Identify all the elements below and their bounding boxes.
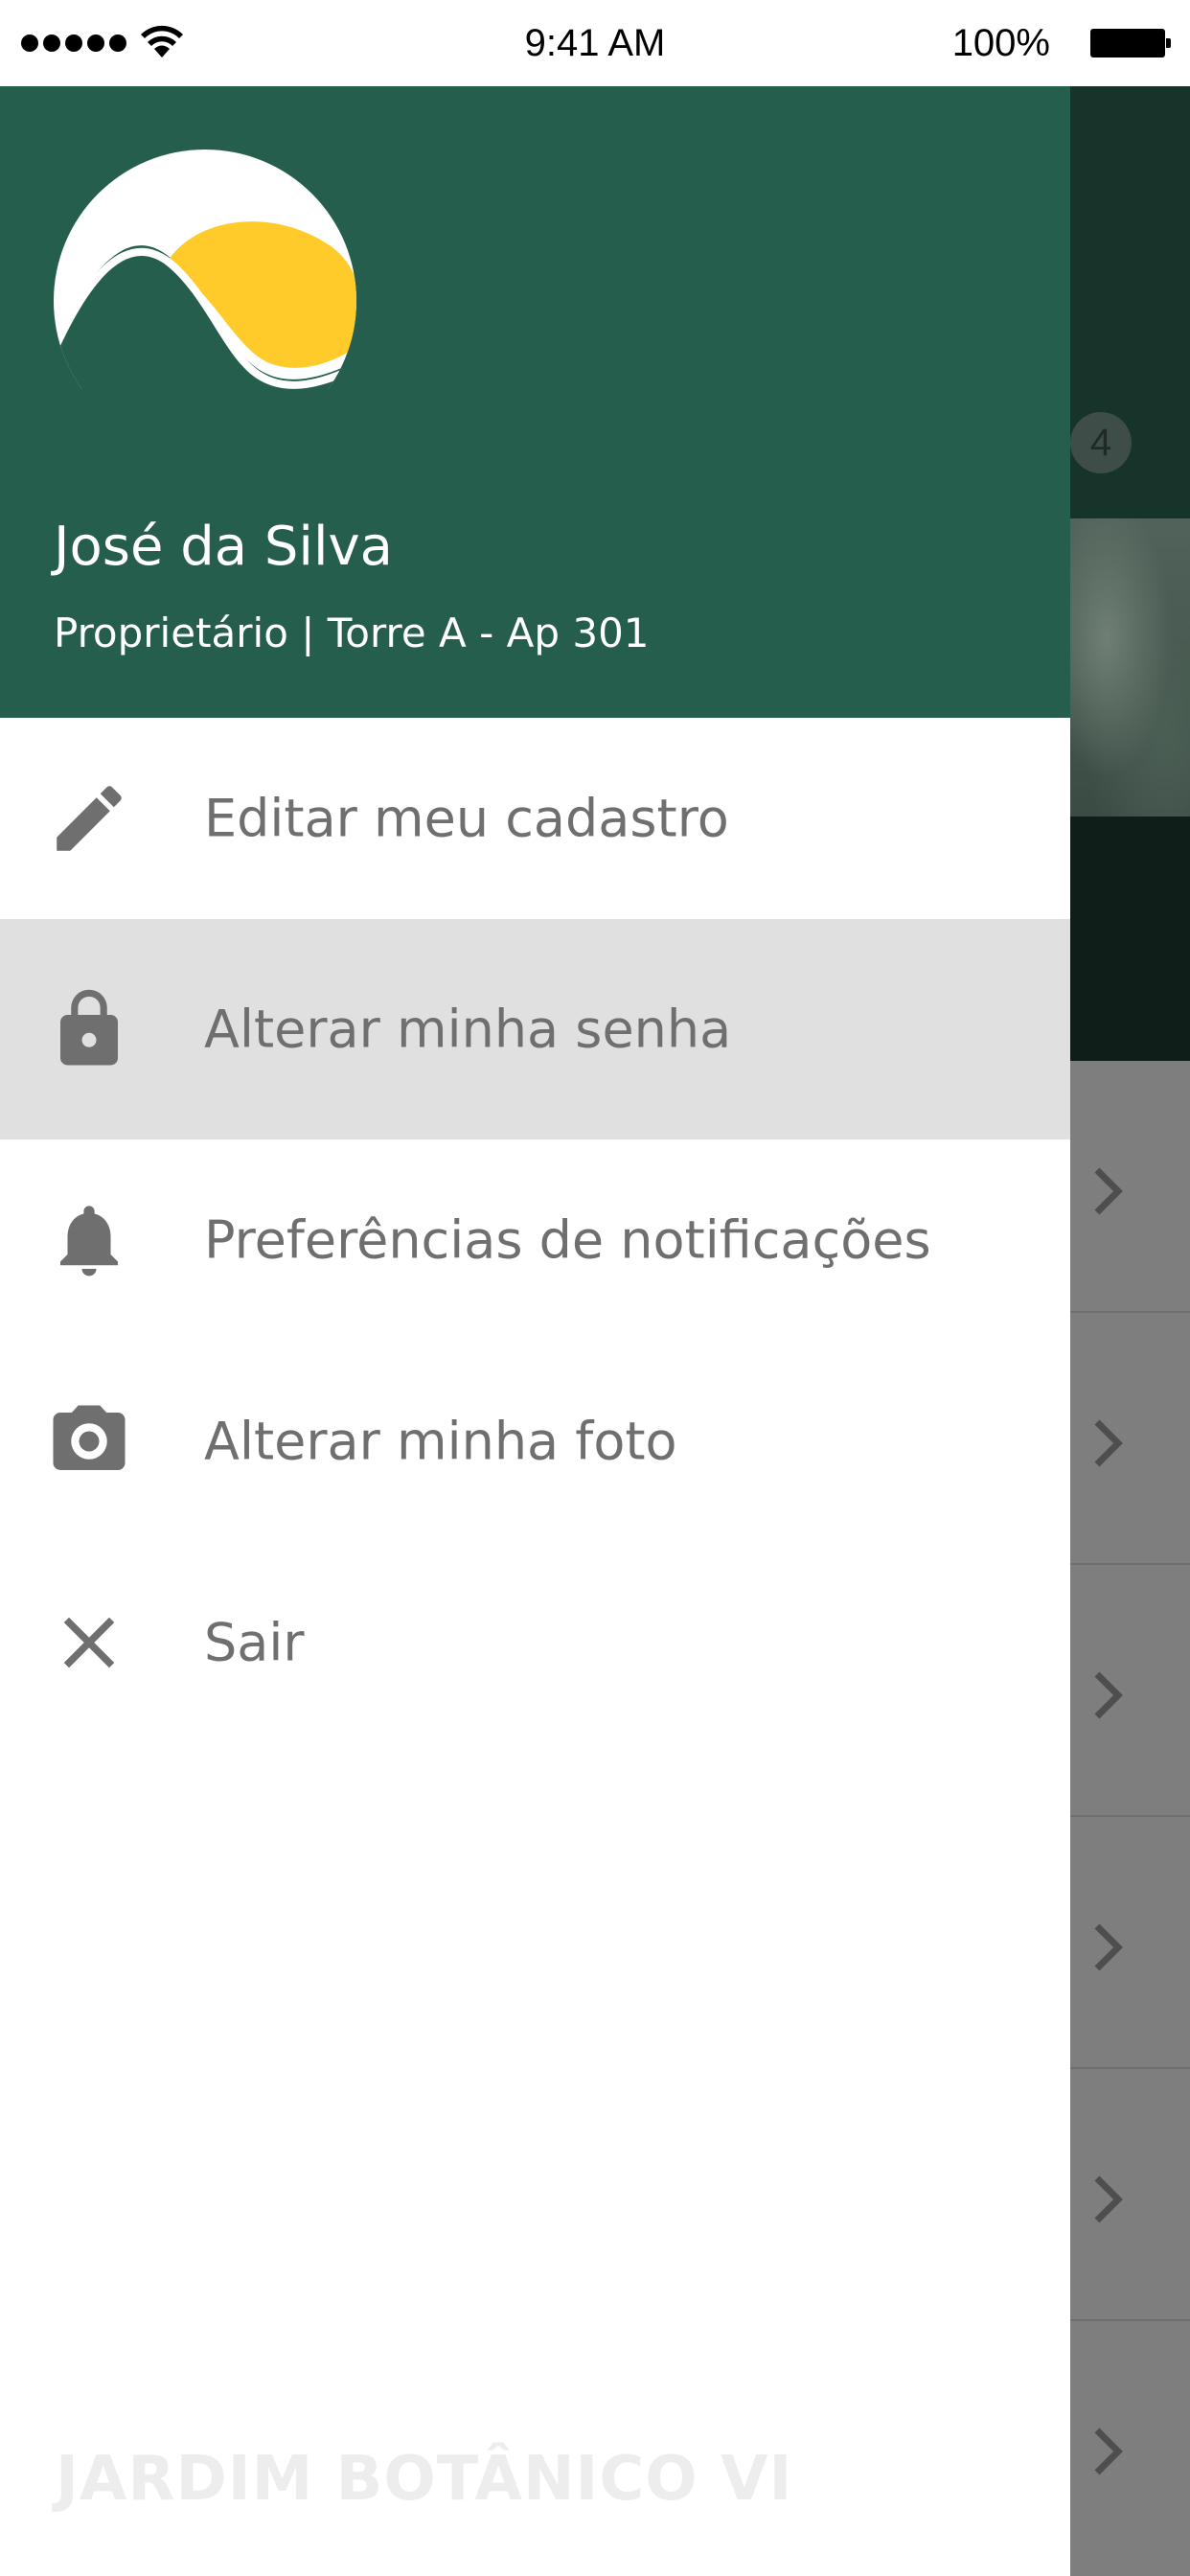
background-list-row — [1070, 1565, 1190, 1817]
chevron-right-icon — [1094, 2175, 1123, 2223]
user-unit: Proprietário | Torre A - Ap 301 — [54, 610, 650, 656]
menu-item-logout[interactable]: Sair — [0, 1542, 1070, 1743]
background-dark-panel — [1070, 816, 1190, 1061]
footer-brand: JARDIM BOTÂNICO VI — [56, 2444, 793, 2515]
status-bar: 9:41 AM 100% — [0, 0, 1190, 86]
chevron-right-icon — [1094, 1419, 1123, 1467]
lock-icon — [60, 989, 118, 1066]
navigation-drawer: José da Silva Proprietário | Torre A - A… — [0, 86, 1070, 2576]
menu-item-label: Preferências de notificações — [204, 1209, 931, 1271]
background-badge: 4 — [1070, 412, 1132, 473]
menu-item-label: Editar meu cadastro — [204, 788, 729, 849]
drawer-menu: Editar meu cadastro Alterar minha senha … — [0, 718, 1070, 1743]
background-list-row — [1070, 1817, 1190, 2069]
user-name: José da Silva — [54, 516, 393, 578]
background-image — [1070, 518, 1190, 816]
close-icon — [63, 1617, 115, 1668]
drawer-header: José da Silva Proprietário | Torre A - A… — [0, 86, 1070, 718]
menu-item-label: Alterar minha senha — [204, 999, 732, 1060]
background-list-row — [1070, 1061, 1190, 1313]
bell-icon — [60, 1206, 118, 1276]
menu-item-notification-preferences[interactable]: Preferências de notificações — [0, 1139, 1070, 1341]
menu-item-change-photo[interactable]: Alterar minha foto — [0, 1341, 1070, 1542]
pencil-icon — [57, 786, 122, 851]
menu-item-change-password[interactable]: Alterar minha senha — [0, 919, 1070, 1139]
menu-item-label: Alterar minha foto — [204, 1411, 677, 1472]
chevron-right-icon — [1094, 1671, 1123, 1719]
menu-item-label: Sair — [204, 1612, 305, 1673]
menu-item-edit-profile[interactable]: Editar meu cadastro — [0, 718, 1070, 919]
background-list-row — [1070, 1313, 1190, 1565]
chevron-right-icon — [1094, 2427, 1123, 2475]
background-list-row — [1070, 2321, 1190, 2573]
background-list — [1070, 1061, 1190, 2576]
battery-percent: 100% — [951, 22, 1050, 64]
camera-icon — [53, 1405, 126, 1470]
chevron-right-icon — [1094, 1923, 1123, 1971]
chevron-right-icon — [1094, 1167, 1123, 1215]
background-list-row — [1070, 2069, 1190, 2321]
condominium-logo — [54, 150, 356, 389]
battery-icon — [1090, 29, 1171, 58]
